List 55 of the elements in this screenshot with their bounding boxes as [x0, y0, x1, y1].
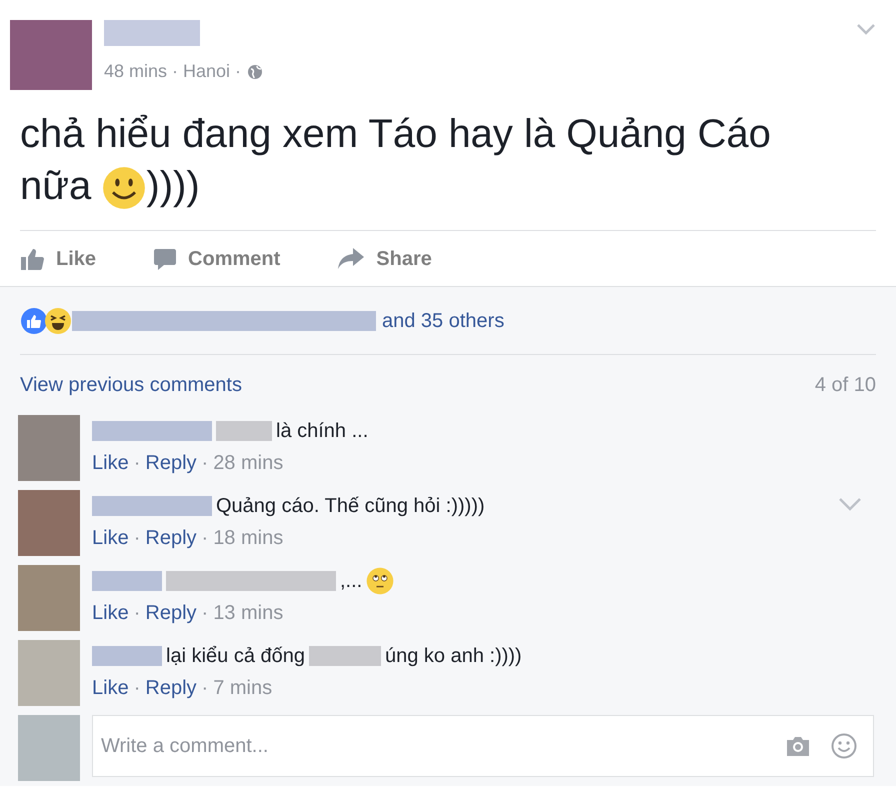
redacted-name-block	[92, 571, 162, 591]
separator-dot: ·	[134, 676, 140, 701]
globe-icon	[247, 64, 264, 80]
eye-roll-emoji-icon	[366, 567, 394, 595]
comment-action-link[interactable]: Like	[92, 598, 129, 628]
like-action-button[interactable]: Like	[20, 244, 96, 274]
separator-dot: ·	[202, 601, 208, 626]
comment-action-link[interactable]: Reply	[145, 598, 197, 628]
commenter-avatar-placeholder	[18, 640, 80, 706]
commenter-avatar-placeholder	[18, 415, 80, 481]
separator-dot: ·	[134, 526, 140, 551]
comment-input-field[interactable]: Write a comment...	[101, 731, 785, 761]
comment-text: là chính ...	[276, 419, 368, 444]
share-arrow-icon	[338, 248, 364, 270]
redacted-name-block	[92, 646, 162, 666]
comment-action-link[interactable]: Like	[92, 448, 129, 478]
comment-time: 13 mins	[213, 601, 284, 626]
post-meta: 48 mins · Hanoi ·	[104, 60, 242, 83]
view-previous-comments-link[interactable]: View previous comments	[20, 370, 242, 400]
separator-dot: ·	[202, 451, 208, 476]
laughing-reaction-icon	[44, 306, 72, 334]
reactions-summary-link[interactable]: and 35 others	[382, 306, 504, 336]
comment-text: úng ko anh :))))	[384, 644, 522, 669]
comment-box[interactable]: Write a comment...	[92, 715, 874, 777]
chevron-down-icon[interactable]	[856, 22, 876, 36]
separator-dot: ·	[134, 451, 140, 476]
comment-time: 18 mins	[213, 526, 284, 551]
smiley-emoji-icon	[102, 166, 146, 210]
comment-text: Quảng cáo. Thế cũng hỏi :)))))	[216, 494, 485, 519]
comment-action-link[interactable]: Like	[92, 523, 129, 553]
comment-count: 4 of 10	[814, 373, 876, 398]
speech-bubble-icon	[154, 248, 176, 270]
comment-action-link[interactable]: Reply	[145, 523, 197, 553]
comment-text: lại kiểu cả đống	[166, 644, 305, 669]
current-user-avatar-placeholder	[18, 715, 80, 781]
share-action-button[interactable]: Share	[338, 244, 432, 274]
comment-time: 28 mins	[213, 451, 284, 476]
separator-dot: ·	[202, 526, 208, 551]
chevron-down-icon[interactable]	[838, 496, 862, 512]
like-reaction-icon	[20, 306, 48, 334]
comment-action-link[interactable]: Reply	[145, 448, 197, 478]
comment-action-link[interactable]: Reply	[145, 673, 197, 703]
separator-dot: ·	[202, 676, 208, 701]
comment-text: ,...	[340, 569, 362, 594]
camera-icon[interactable]	[785, 735, 811, 757]
separator-dot: ·	[134, 601, 140, 626]
commenter-avatar-placeholder	[18, 565, 80, 631]
thumbs-up-icon	[20, 248, 44, 270]
post-text: chả hiểu đang xem Táo hay là Quảng Cáo nữa ))))	[20, 108, 876, 212]
smiley-icon[interactable]	[831, 733, 857, 759]
commenter-avatar-placeholder	[18, 490, 80, 556]
comment-action-link[interactable]: Like	[92, 673, 129, 703]
comment-action-button[interactable]: Comment	[154, 244, 280, 274]
comment-time: 7 mins	[213, 676, 272, 701]
redacted-name-block	[216, 421, 272, 441]
